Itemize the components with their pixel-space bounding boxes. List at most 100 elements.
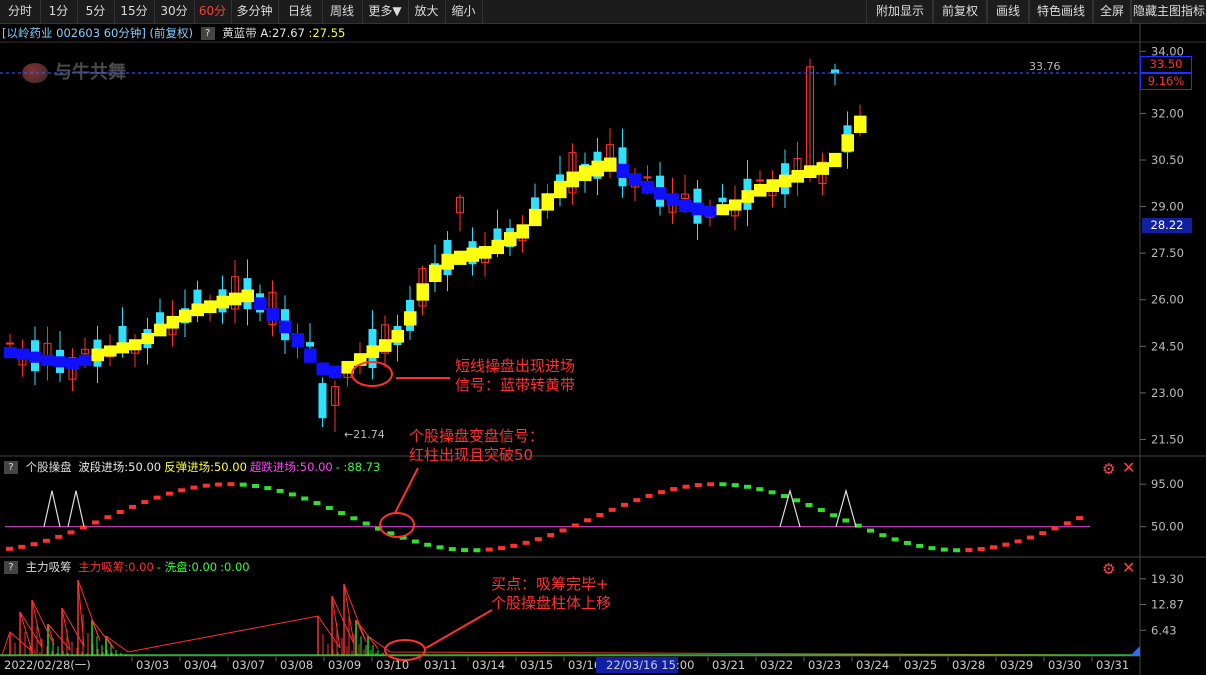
ind1-values: 波段进场:50.00 反弹进场:50.00 超跌进场:50.00- :88.73 xyxy=(75,460,380,474)
ind1-mark xyxy=(104,515,112,520)
low-label: ←21.74 xyxy=(344,428,385,441)
y-tick-label: 26.00 xyxy=(1151,293,1184,307)
band-segment xyxy=(404,311,417,326)
scroll-corner-icon[interactable] xyxy=(1130,646,1140,656)
candle-body xyxy=(193,289,202,307)
time-label: 03/23 xyxy=(808,658,841,672)
ind1-mark xyxy=(227,482,235,487)
ind1-mark xyxy=(977,547,985,552)
band-segment xyxy=(854,115,867,133)
band-segment xyxy=(279,320,292,334)
band-segment xyxy=(29,351,42,363)
band-segment xyxy=(841,134,854,152)
annotation-line: 个股操盘变盘信号： xyxy=(409,427,545,445)
band-segment xyxy=(416,283,429,301)
ind2-name: 主力吸筹 xyxy=(25,560,72,574)
ind1-value-2: 超跌进场:50.00 xyxy=(249,460,333,474)
ind1-mark xyxy=(510,543,518,548)
time-label: 03/30 xyxy=(1048,658,1081,672)
ind1-settings-icon[interactable]: ⚙ xyxy=(1102,460,1115,478)
ind1-mark xyxy=(817,508,825,513)
ind1-mark xyxy=(1039,531,1047,536)
y-tick-label: 32.00 xyxy=(1151,106,1184,120)
y-tick-label: 24.50 xyxy=(1151,339,1184,353)
ind1-mark xyxy=(584,518,592,523)
turn-ellipse xyxy=(379,512,415,538)
band-segment xyxy=(316,362,329,376)
ind2-settings-icon[interactable]: ⚙ xyxy=(1102,560,1115,578)
ind1-mark xyxy=(264,486,272,491)
help-icon[interactable]: ? xyxy=(4,561,18,574)
ind1-mark xyxy=(830,513,838,518)
time-label: 22/03/16 15:00 xyxy=(606,658,694,672)
ind1-mark xyxy=(928,546,936,551)
candle-body xyxy=(493,228,502,241)
ind2-close-icon[interactable]: ✕ xyxy=(1122,558,1135,577)
ind1-mark xyxy=(350,516,358,521)
annotation-band-signal: 短线操盘出现进场 信号：蓝带转黄带 xyxy=(455,357,575,395)
band-segment xyxy=(229,292,242,306)
ind1-mark xyxy=(252,483,259,488)
band-segment xyxy=(179,309,192,323)
ind1-mark xyxy=(215,482,223,487)
band-segment xyxy=(566,171,579,188)
turn-pointer xyxy=(394,467,419,514)
ind1-mark xyxy=(608,507,616,512)
ind1-mark xyxy=(239,482,247,487)
ind1-mark xyxy=(301,496,309,501)
band-segment xyxy=(104,345,117,357)
band-segment xyxy=(129,339,142,351)
help-icon[interactable]: ? xyxy=(4,461,18,474)
ind2-y-label: 6.43 xyxy=(1151,623,1177,637)
ind1-mark xyxy=(1063,521,1071,526)
band-segment xyxy=(516,224,529,239)
ind1-mark xyxy=(891,537,899,542)
ind1-y-label: 95.00 xyxy=(1151,477,1184,491)
band-segment xyxy=(441,253,454,270)
ind1-mark xyxy=(498,546,505,551)
band-segment xyxy=(16,348,29,360)
candle-body xyxy=(6,342,14,345)
band-segment xyxy=(79,354,92,366)
ind1-mark xyxy=(202,483,210,488)
y-tick-label: 23.00 xyxy=(1151,386,1184,400)
ind1-mark xyxy=(165,491,173,496)
ind1-mark xyxy=(879,533,887,538)
y-tick-label: 21.50 xyxy=(1151,432,1184,446)
band-segment xyxy=(479,246,492,259)
ind1-mark xyxy=(6,546,13,551)
band-segment xyxy=(204,300,217,314)
ind1-mark xyxy=(338,511,346,516)
ind1-mark xyxy=(141,500,149,505)
ind1-mark xyxy=(805,503,813,508)
band-segment xyxy=(329,365,342,379)
band-segment xyxy=(541,193,554,211)
annotation-line: 红柱出现且突破50 xyxy=(409,446,534,464)
ind1-mark xyxy=(903,540,911,545)
ind1-mark xyxy=(436,545,444,550)
ind1-mark xyxy=(953,548,961,553)
ind1-mark xyxy=(621,502,628,507)
ind1-mark xyxy=(780,494,788,499)
ind1-mark xyxy=(940,547,948,552)
ind1-mark xyxy=(1002,542,1010,547)
time-label: 03/21 xyxy=(712,658,745,672)
price-tag: 33.50 xyxy=(1140,56,1192,73)
band-segment xyxy=(366,345,379,359)
annotation-turn-signal: 个股操盘变盘信号： 红柱出现且突破50 xyxy=(409,427,544,465)
time-label: 03/24 xyxy=(856,658,889,672)
band-segment xyxy=(641,180,654,194)
band-segment xyxy=(591,160,604,177)
time-label: 03/31 xyxy=(1096,658,1129,672)
ind1-mark xyxy=(1051,526,1059,531)
ind1-close-icon[interactable]: ✕ xyxy=(1122,458,1135,477)
ind1-mark xyxy=(756,487,764,492)
time-label: 03/29 xyxy=(1000,658,1033,672)
y-tick-label: 30.50 xyxy=(1151,153,1184,167)
ind1-mark xyxy=(313,501,321,506)
time-label: 03/04 xyxy=(184,658,217,672)
band-segment xyxy=(741,190,754,203)
ind2-value-0: 主力吸筹:0.00 xyxy=(78,560,154,574)
annotation-line: 短线操盘出现进场 xyxy=(455,357,576,375)
band-segment xyxy=(729,199,742,211)
